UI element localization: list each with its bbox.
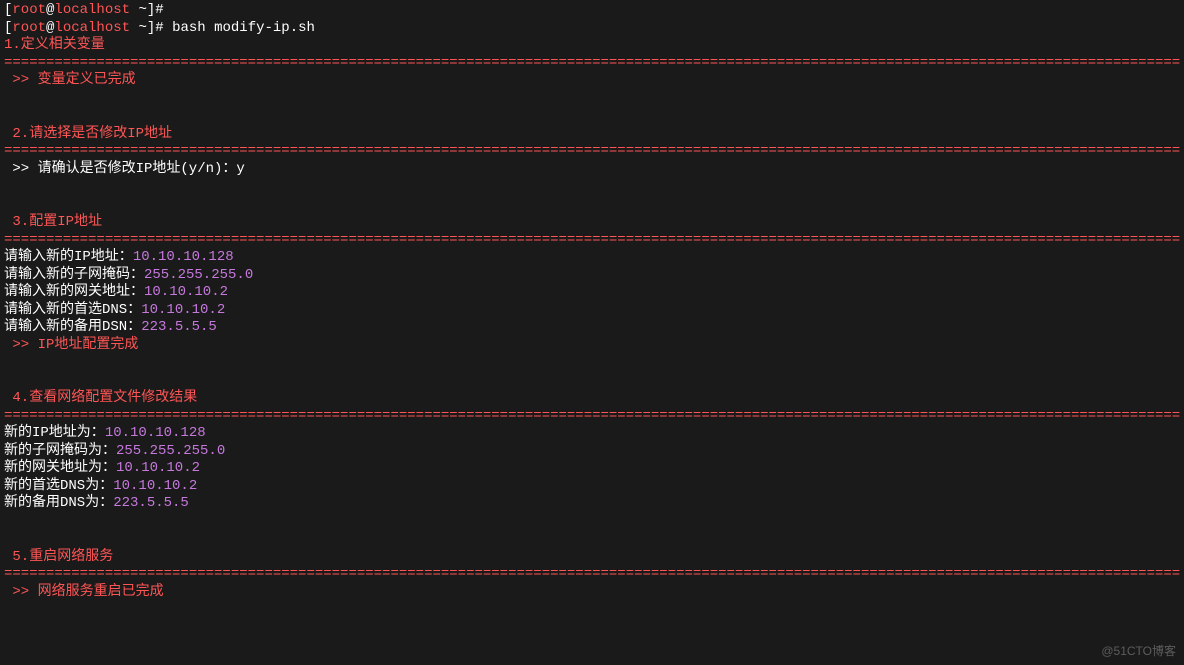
dns1-value: 10.10.10.2 [141,302,225,318]
section2-title: 2.请选择是否修改IP地址 [4,126,1180,144]
input-dns1[interactable]: 请输入新的首选DNS：10.10.10.2 [4,302,1180,320]
netmask-value: 255.255.255.0 [144,267,253,283]
ip-value: 10.10.10.128 [133,249,234,265]
result-netmask: 新的子网掩码为：255.255.255.0 [4,443,1180,461]
input-gateway[interactable]: 请输入新的网关地址：10.10.10.2 [4,284,1180,302]
section3-result: >> IP地址配置完成 [4,337,1180,355]
prompt-line-2[interactable]: [root@localhost ~]# bash modify-ip.sh [4,20,1180,38]
section1-title: 1.定义相关变量 [4,37,1180,55]
divider: ========================================… [4,232,1180,250]
section5-result: >> 网络服务重启已完成 [4,584,1180,602]
section1-result: >> 变量定义已完成 [4,72,1180,90]
divider: ========================================… [4,408,1180,426]
section2-prompt[interactable]: >> 请确认是否修改IP地址(y/n)：y [4,161,1180,179]
result-dns1: 新的首选DNS为：10.10.10.2 [4,478,1180,496]
result-gateway: 新的网关地址为：10.10.10.2 [4,460,1180,478]
input-dns2[interactable]: 请输入新的备用DSN：223.5.5.5 [4,319,1180,337]
result-ip: 新的IP地址为：10.10.10.128 [4,425,1180,443]
section5-title: 5.重启网络服务 [4,549,1180,567]
prompt-line-1: [root@localhost ~]# [4,2,1180,20]
section4-title: 4.查看网络配置文件修改结果 [4,390,1180,408]
divider: ========================================… [4,55,1180,73]
divider: ========================================… [4,143,1180,161]
watermark: @51CTO博客 [1101,644,1176,659]
divider: ========================================… [4,566,1180,584]
result-dns2: 新的备用DNS为：223.5.5.5 [4,495,1180,513]
confirm-input-value: y [236,161,244,177]
input-ip[interactable]: 请输入新的IP地址：10.10.10.128 [4,249,1180,267]
dns2-value: 223.5.5.5 [141,319,217,335]
gateway-value: 10.10.10.2 [144,284,228,300]
input-netmask[interactable]: 请输入新的子网掩码：255.255.255.0 [4,267,1180,285]
section3-title: 3.配置IP地址 [4,214,1180,232]
